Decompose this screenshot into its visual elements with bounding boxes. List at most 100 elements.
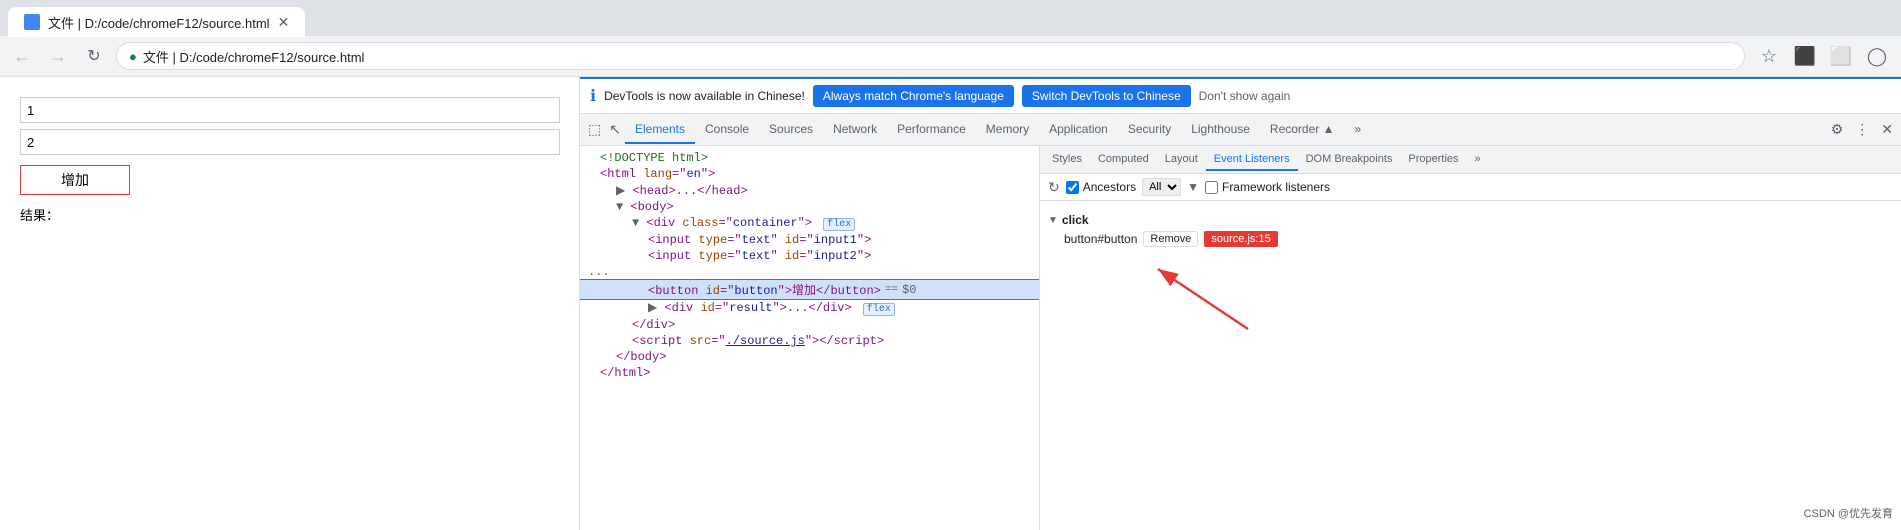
event-section-click: ▼ click button#button Remove source.js:1… [1048, 211, 1893, 249]
head-tag: <head>...</head> [632, 184, 747, 198]
tab-event-listeners[interactable]: Event Listeners [1206, 149, 1298, 171]
event-source-link[interactable]: source.js:15 [1204, 231, 1277, 247]
tab-security[interactable]: Security [1118, 116, 1181, 144]
back-button[interactable]: ← [8, 42, 36, 70]
close-html-tag: </html> [600, 366, 650, 380]
event-name-click: click [1062, 213, 1089, 227]
ancestors-checkbox[interactable] [1066, 181, 1079, 194]
html-line-button[interactable]: <button id="button">增加</button> == $0 [580, 280, 1039, 299]
html-line-div-container[interactable]: ▼ <div class="container"> flex [580, 215, 1039, 232]
tab-memory[interactable]: Memory [976, 116, 1039, 144]
dollar-sign: $0 [902, 283, 916, 297]
devtools-settings-icon[interactable]: ⚙ [1827, 119, 1848, 140]
forward-button[interactable]: → [44, 42, 72, 70]
triangle-head: ▶ [616, 184, 625, 198]
tab-elements[interactable]: Elements [625, 116, 695, 144]
event-header-click[interactable]: ▼ click [1048, 211, 1893, 229]
tab-more[interactable]: » [1345, 116, 1372, 144]
tab-title: 文件 | D:/code/chromeF12/source.html [48, 13, 270, 32]
tab-styles[interactable]: Styles [1044, 149, 1090, 171]
html-line-head[interactable]: ▶ <head>...</head> [580, 182, 1039, 199]
devtools-tabs: ⬚ ↖ Elements Console Sources Network Per… [580, 114, 1901, 146]
html-line-body[interactable]: ▼ <body> [580, 199, 1039, 215]
page-input-2[interactable] [20, 129, 560, 155]
html-line-close-html[interactable]: </html> [580, 365, 1039, 381]
framework-checkbox[interactable] [1205, 181, 1218, 194]
page-add-button[interactable]: 增加 [20, 165, 130, 195]
watermark: CSDN @优先发育 [1804, 505, 1893, 521]
html-line-input2[interactable]: <input type="text" id="input2"> [580, 248, 1039, 264]
div-tag: <div class="container"> [646, 216, 812, 230]
red-arrow-svg [1128, 259, 1288, 339]
page-result-label: 结果： [20, 205, 559, 224]
devtools-inspect-icon[interactable]: ↖ [605, 119, 625, 140]
right-panel: Styles Computed Layout Event Listeners D… [1040, 146, 1901, 530]
page-input-1[interactable] [20, 97, 560, 123]
event-triangle-icon: ▼ [1048, 215, 1058, 226]
dont-show-link[interactable]: Don't show again [1199, 89, 1291, 103]
bookmark-button[interactable]: ☆ [1753, 40, 1785, 72]
tab-properties[interactable]: Properties [1400, 149, 1466, 171]
event-toolbar: ↻ Ancestors All ▼ Framework listeners [1040, 174, 1901, 201]
always-match-button[interactable]: Always match Chrome's language [813, 85, 1014, 107]
framework-label-text: Framework listeners [1222, 180, 1330, 194]
input1-tag: <input type="text" id="input1"> [648, 233, 871, 247]
flex-badge: flex [823, 218, 855, 231]
ellipsis-text: ... [588, 265, 610, 279]
devtools-dock-icon[interactable]: ⬚ [584, 119, 605, 140]
html-line-input1[interactable]: <input type="text" id="input1"> [580, 232, 1039, 248]
devtools-content: <!DOCTYPE html> <html lang="en"> ▶ <head… [580, 146, 1901, 530]
arrow-container [1048, 259, 1893, 339]
devtools-panel: ℹ DevTools is now available in Chinese! … [580, 77, 1901, 530]
tab-lighthouse[interactable]: Lighthouse [1181, 116, 1260, 144]
account-button[interactable]: ◯ [1861, 40, 1893, 72]
html-line-html[interactable]: <html lang="en"> [580, 166, 1039, 182]
html-line-script[interactable]: <script src="./source.js"></script> [580, 333, 1039, 349]
tab-computed[interactable]: Computed [1090, 149, 1157, 171]
html-line-doctype[interactable]: <!DOCTYPE html> [580, 150, 1039, 166]
tab-console[interactable]: Console [695, 116, 759, 144]
filter-icon: ▼ [1187, 180, 1199, 194]
info-bar: ℹ DevTools is now available in Chinese! … [580, 79, 1901, 114]
html-line-result[interactable]: ▶ <div id="result">...</div> flex [580, 299, 1039, 317]
devtools-tab-spacer: ⚙ ⋮ ✕ [1827, 119, 1897, 140]
tab-dom-breakpoints[interactable]: DOM Breakpoints [1298, 149, 1401, 171]
tab-sources[interactable]: Sources [759, 116, 823, 144]
event-refresh-button[interactable]: ↻ [1048, 179, 1060, 196]
event-remove-button[interactable]: Remove [1143, 231, 1198, 247]
toolbar-icons: ☆ ⬛ ⬜ ◯ [1753, 40, 1893, 72]
tab-layout[interactable]: Layout [1157, 149, 1206, 171]
devtools-more-icon[interactable]: ⋮ [1851, 119, 1873, 140]
tab-application[interactable]: Application [1039, 116, 1118, 144]
refresh-button[interactable]: ↻ [80, 42, 108, 70]
tab-bar: 文件 | D:/code/chromeF12/source.html ✕ [0, 0, 1901, 36]
doctype-text: <!DOCTYPE html> [600, 151, 708, 165]
tab-right-more[interactable]: » [1467, 149, 1489, 171]
ancestors-select[interactable]: All [1142, 178, 1181, 196]
close-body-tag: </body> [616, 350, 666, 364]
result-tag: <div id="result">...</div> [664, 301, 851, 315]
address-bar: ← → ↻ ● 文件 | D:/code/chromeF12/source.ht… [0, 36, 1901, 76]
info-text: DevTools is now available in Chinese! [604, 89, 805, 103]
flex-badge-2: flex [863, 303, 895, 316]
html-line-close-div[interactable]: </div> [580, 317, 1039, 333]
browser-tab[interactable]: 文件 | D:/code/chromeF12/source.html ✕ [8, 7, 305, 37]
tab-performance[interactable]: Performance [887, 116, 976, 144]
tab-close-btn[interactable]: ✕ [278, 14, 290, 31]
address-lock-icon: ● [129, 49, 137, 64]
ancestors-label: Ancestors [1083, 180, 1136, 194]
tab-network[interactable]: Network [823, 116, 887, 144]
ancestors-checkbox-label: Ancestors [1066, 180, 1136, 194]
tab-recorder[interactable]: Recorder ▲ [1260, 116, 1345, 144]
extensions-button[interactable]: ⬜ [1825, 40, 1857, 72]
html-line-ellipsis[interactable]: ... [580, 264, 1039, 280]
address-input[interactable]: ● 文件 | D:/code/chromeF12/source.html [116, 42, 1745, 70]
profile-button[interactable]: ⬛ [1789, 40, 1821, 72]
devtools-close-icon[interactable]: ✕ [1877, 119, 1897, 140]
html-line-close-body[interactable]: </body> [580, 349, 1039, 365]
right-tabs: Styles Computed Layout Event Listeners D… [1040, 146, 1901, 174]
elements-panel: <!DOCTYPE html> <html lang="en"> ▶ <head… [580, 146, 1040, 530]
input2-tag: <input type="text" id="input2"> [648, 249, 871, 263]
address-text: 文件 | D:/code/chromeF12/source.html [143, 47, 365, 66]
switch-chinese-button[interactable]: Switch DevTools to Chinese [1022, 85, 1191, 107]
